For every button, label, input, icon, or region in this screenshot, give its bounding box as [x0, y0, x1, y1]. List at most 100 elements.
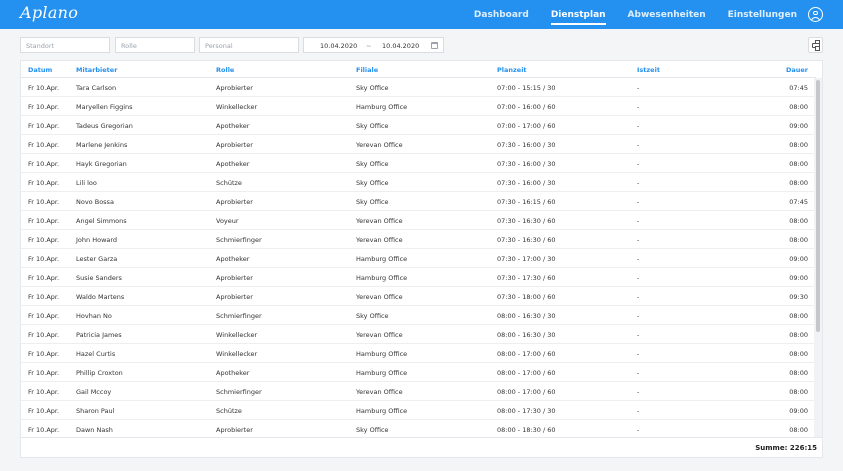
date-from: 10.04.2020 — [320, 42, 358, 50]
cell-rolle: Winkellecker — [216, 350, 258, 358]
cell-rolle: Winkellecker — [216, 331, 258, 339]
col-filiale[interactable]: Filiale — [356, 66, 378, 74]
table-row[interactable]: Fr 10.Apr. Tara Carlson Aprobierter Sky Off… — [21, 78, 816, 97]
personal-select[interactable]: Personal — [199, 37, 299, 53]
table-row[interactable]: Fr 10.Apr. Patricia James Winkellecker Yere… — [21, 325, 816, 344]
col-rolle[interactable]: Rolle — [216, 66, 234, 74]
nav-dashboard[interactable]: Dashboard — [474, 0, 529, 29]
cell-planzeit: 07:30 - 16:00 / 30 — [497, 141, 556, 149]
cell-planzeit: 07:30 - 17:30 / 60 — [497, 274, 556, 282]
nav-einstellungen[interactable]: Einstellungen — [728, 0, 797, 29]
cell-rolle: Schütze — [216, 407, 242, 415]
cell-dauer: 08:00 — [789, 426, 808, 434]
cell-mitarbeiter: Phillip Croxton — [76, 369, 123, 377]
col-mitarbeiter[interactable]: Mitarbieter — [76, 66, 117, 74]
top-navbar: Aplano Dashboard Dienstplan Abwesenheite… — [0, 0, 843, 29]
table-body: Fr 10.Apr. Tara Carlson Aprobierter Sky Off… — [21, 78, 816, 439]
cell-filiale: Sky Office — [356, 426, 389, 434]
cell-istzeit: - — [637, 179, 640, 187]
table-row[interactable]: Fr 10.Apr. Marlene Jenkins Aprobierter Yere… — [21, 135, 816, 154]
cell-dauer: 08:00 — [789, 312, 808, 320]
nav-abwesenheiten[interactable]: Abwesenheiten — [628, 0, 706, 29]
table-row[interactable]: Fr 10.Apr. Angel Simmons Voyeur Yerevan Off… — [21, 211, 816, 230]
table-row[interactable]: Fr 10.Apr. Waldo Martens Aprobierter Yereva… — [21, 287, 816, 306]
cell-istzeit: - — [637, 217, 640, 225]
cell-filiale: Yerevan Office — [356, 388, 403, 396]
table-row[interactable]: Fr 10.Apr. Lili loo Schütze Sky Office 07:30… — [21, 173, 816, 192]
cell-dauer: 08:00 — [789, 179, 808, 187]
cell-mitarbeiter: Novo Bossa — [76, 198, 114, 206]
table-row[interactable]: Fr 10.Apr. Maryellen Figgins Winkellecker H… — [21, 97, 816, 116]
cell-filiale: Sky Office — [356, 179, 389, 187]
table-row[interactable]: Fr 10.Apr. Lester Garza Apotheker Hamburg O… — [21, 249, 816, 268]
table-row[interactable]: Fr 10.Apr. Hazel Curtis Winkellecker Hambur… — [21, 344, 816, 363]
nav-dienstplan[interactable]: Dienstplan — [550, 0, 606, 29]
cell-datum: Fr 10.Apr. — [28, 369, 60, 377]
cell-rolle: Schmierfinger — [216, 236, 262, 244]
date-range-picker[interactable]: 10.04.2020 ~ 10.04.2020 — [303, 37, 444, 53]
cell-istzeit: - — [637, 198, 640, 206]
cell-dauer: 08:00 — [789, 160, 808, 168]
cell-filiale: Sky Office — [356, 312, 389, 320]
table-row[interactable]: Fr 10.Apr. John Howard Schmierfinger Yereva… — [21, 230, 816, 249]
date-separator: ~ — [366, 42, 372, 50]
cell-planzeit: 08:00 - 18:30 / 60 — [497, 426, 556, 434]
rolle-select[interactable]: Rolle — [115, 37, 195, 53]
cell-mitarbeiter: Hazel Curtis — [76, 350, 116, 358]
table-row[interactable]: Fr 10.Apr. Novo Bossa Aprobierter Sky Offic… — [21, 192, 816, 211]
table-row[interactable]: Fr 10.Apr. Tadeus Gregorian Apotheker Sky O… — [21, 116, 816, 135]
cell-dauer: 09:30 — [789, 293, 808, 301]
cell-dauer: 09:00 — [789, 407, 808, 415]
col-datum[interactable]: Datum — [28, 66, 52, 74]
cell-filiale: Sky Office — [356, 160, 389, 168]
cell-istzeit: - — [637, 350, 640, 358]
cell-mitarbeiter: Dawn Nash — [76, 426, 113, 434]
table-row[interactable]: Fr 10.Apr. Hayk Gregorian Apotheker Sky Off… — [21, 154, 816, 173]
cell-mitarbeiter: Hayk Gregorian — [76, 160, 127, 168]
standort-select[interactable]: Standort — [20, 37, 110, 53]
col-dauer[interactable]: Dauer — [786, 66, 808, 74]
cell-datum: Fr 10.Apr. — [28, 198, 60, 206]
cell-datum: Fr 10.Apr. — [28, 274, 60, 282]
print-button[interactable] — [808, 37, 823, 53]
calendar-icon[interactable] — [431, 42, 438, 49]
cell-planzeit: 07:00 - 16:00 / 60 — [497, 103, 556, 111]
col-istzeit[interactable]: Istzeit — [637, 66, 660, 74]
col-planzeit[interactable]: Planzeit — [497, 66, 527, 74]
cell-datum: Fr 10.Apr. — [28, 141, 60, 149]
cell-mitarbeiter: Tara Carlson — [76, 84, 117, 92]
cell-dauer: 08:00 — [789, 369, 808, 377]
cell-datum: Fr 10.Apr. — [28, 179, 60, 187]
cell-dauer: 07:45 — [789, 84, 808, 92]
table-scrollbar[interactable] — [814, 78, 822, 439]
cell-filiale: Hamburg Office — [356, 255, 408, 263]
table-row[interactable]: Fr 10.Apr. Gail Mccoy Schmierfinger Yerevan… — [21, 382, 816, 401]
cell-planzeit: 07:30 - 17:00 / 30 — [497, 255, 556, 263]
cell-filiale: Hamburg Office — [356, 350, 408, 358]
printer-icon — [812, 40, 820, 51]
table-footer: Summe: 226:15 — [21, 437, 822, 457]
cell-istzeit: - — [637, 293, 640, 301]
cell-planzeit: 08:00 - 17:30 / 30 — [497, 407, 556, 415]
table-row[interactable]: Fr 10.Apr. Susie Sanders Aprobierter Hambur… — [21, 268, 816, 287]
cell-istzeit: - — [637, 312, 640, 320]
app-logo[interactable]: Aplano — [20, 3, 78, 22]
cell-dauer: 08:00 — [789, 141, 808, 149]
cell-istzeit: - — [637, 141, 640, 149]
cell-planzeit: 08:00 - 17:00 / 60 — [497, 369, 556, 377]
cell-filiale: Hamburg Office — [356, 274, 408, 282]
user-circle-icon[interactable] — [808, 7, 823, 22]
cell-datum: Fr 10.Apr. — [28, 331, 60, 339]
cell-planzeit: 07:30 - 16:15 / 60 — [497, 198, 556, 206]
table-row[interactable]: Fr 10.Apr. Hovhan No Schmierfinger Sky Offi… — [21, 306, 816, 325]
cell-istzeit: - — [637, 236, 640, 244]
cell-planzeit: 07:30 - 16:30 / 60 — [497, 217, 556, 225]
sum-value: 226:15 — [789, 444, 817, 452]
cell-datum: Fr 10.Apr. — [28, 84, 60, 92]
table-row[interactable]: Fr 10.Apr. Phillip Croxton Apotheker Hambur… — [21, 363, 816, 382]
table-row[interactable]: Fr 10.Apr. Sharon Paul Schütze Hamburg Offi… — [21, 401, 816, 420]
scrollbar-thumb[interactable] — [816, 80, 820, 332]
date-to: 10.04.2020 — [382, 42, 420, 50]
cell-datum: Fr 10.Apr. — [28, 426, 60, 434]
cell-mitarbeiter: Sharon Paul — [76, 407, 115, 415]
